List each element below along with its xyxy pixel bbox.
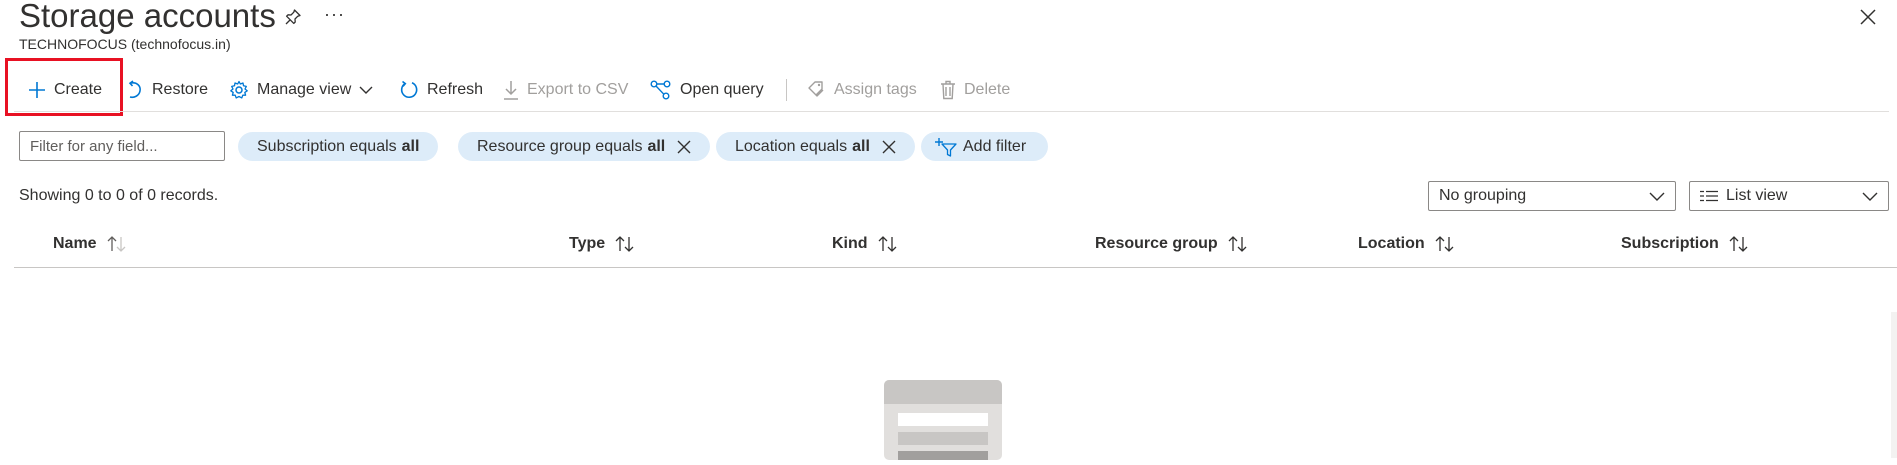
sort-icon	[1435, 236, 1455, 252]
gear-icon	[229, 80, 249, 100]
view-mode-selected: List view	[1726, 187, 1788, 204]
add-filter-button[interactable]: Add filter	[921, 132, 1049, 161]
chevron-down-icon	[1649, 189, 1665, 207]
grouping-selected: No grouping	[1439, 187, 1527, 204]
view-mode-dropdown[interactable]: List view	[1689, 181, 1889, 211]
assign-tags-label: Assign tags	[834, 81, 917, 98]
trash-icon	[940, 80, 956, 100]
download-icon	[503, 80, 519, 100]
filter-pill-subscription[interactable]: Subscription equals all	[238, 132, 439, 161]
scrollbar[interactable]	[1891, 312, 1897, 458]
delete-label: Delete	[964, 81, 1011, 98]
refresh-button[interactable]: Refresh	[399, 78, 483, 102]
list-view-icon	[1700, 190, 1718, 202]
toolbar-divider	[14, 111, 1889, 112]
sort-ascending-icon	[107, 236, 127, 252]
column-header-label: Kind	[832, 235, 868, 252]
column-header-name[interactable]: Name	[53, 235, 127, 253]
remove-filter-icon[interactable]	[677, 140, 691, 154]
restore-button[interactable]: Restore	[126, 78, 208, 102]
sort-icon	[1228, 236, 1248, 252]
sort-icon	[615, 236, 635, 252]
restore-label: Restore	[152, 81, 209, 98]
export-csv-label: Export to CSV	[527, 81, 629, 98]
add-filter-label: Add filter	[963, 137, 1027, 155]
create-label: Create	[54, 81, 103, 98]
assign-tags-button[interactable]: Assign tags	[806, 78, 917, 102]
filter-pill-label: Location equals	[735, 137, 848, 155]
open-query-label: Open query	[680, 81, 764, 98]
breadcrumb: TECHNOFOCUS (technofocus.in)	[19, 36, 231, 52]
column-header-resource-group[interactable]: Resource group	[1095, 235, 1248, 253]
sort-icon	[1729, 236, 1749, 252]
close-icon[interactable]	[1857, 6, 1879, 28]
filter-pill-location[interactable]: Location equals all	[716, 132, 915, 161]
delete-button[interactable]: Delete	[940, 78, 1010, 102]
records-count-text: Showing 0 to 0 of 0 records.	[19, 187, 219, 204]
filter-pill-value: all	[401, 137, 420, 155]
pin-icon[interactable]	[282, 6, 304, 28]
grouping-dropdown[interactable]: No grouping	[1428, 181, 1676, 211]
open-query-button[interactable]: Open query	[650, 78, 764, 102]
refresh-icon	[399, 80, 419, 100]
tag-icon	[806, 80, 826, 100]
column-header-label: Location	[1358, 235, 1425, 252]
filter-input[interactable]	[19, 131, 225, 161]
manage-view-button[interactable]: Manage view	[229, 78, 373, 102]
export-csv-button[interactable]: Export to CSV	[503, 78, 628, 102]
manage-view-label: Manage view	[257, 81, 352, 98]
plus-icon	[28, 81, 46, 99]
more-options-icon[interactable]: ···	[324, 4, 345, 25]
empty-state-illustration	[884, 380, 1002, 460]
filter-pill-value: all	[852, 137, 870, 155]
filter-pill-label: Resource group equals	[477, 137, 643, 155]
refresh-label: Refresh	[427, 81, 484, 98]
column-header-kind[interactable]: Kind	[832, 235, 898, 253]
chevron-down-icon	[359, 85, 373, 95]
share-graph-icon	[650, 80, 672, 100]
sort-icon	[878, 236, 898, 252]
toolbar-separator	[786, 79, 787, 101]
table-header-divider	[14, 267, 1897, 268]
remove-filter-icon[interactable]	[882, 140, 896, 154]
create-button[interactable]: Create	[28, 78, 102, 102]
column-header-type[interactable]: Type	[569, 235, 635, 253]
column-header-label: Subscription	[1621, 235, 1719, 252]
filter-pill-resource-group[interactable]: Resource group equals all	[458, 132, 711, 161]
column-header-label: Name	[53, 235, 97, 252]
filter-add-icon	[935, 137, 957, 157]
page-title: Storage accounts	[19, 0, 276, 34]
filter-pill-label: Subscription equals	[257, 137, 397, 155]
column-header-label: Resource group	[1095, 235, 1218, 252]
column-header-label: Type	[569, 235, 606, 252]
column-header-location[interactable]: Location	[1358, 235, 1455, 253]
chevron-down-icon	[1862, 189, 1878, 207]
column-header-subscription[interactable]: Subscription	[1621, 235, 1749, 253]
filter-pill-value: all	[647, 137, 666, 155]
undo-icon	[126, 80, 144, 100]
